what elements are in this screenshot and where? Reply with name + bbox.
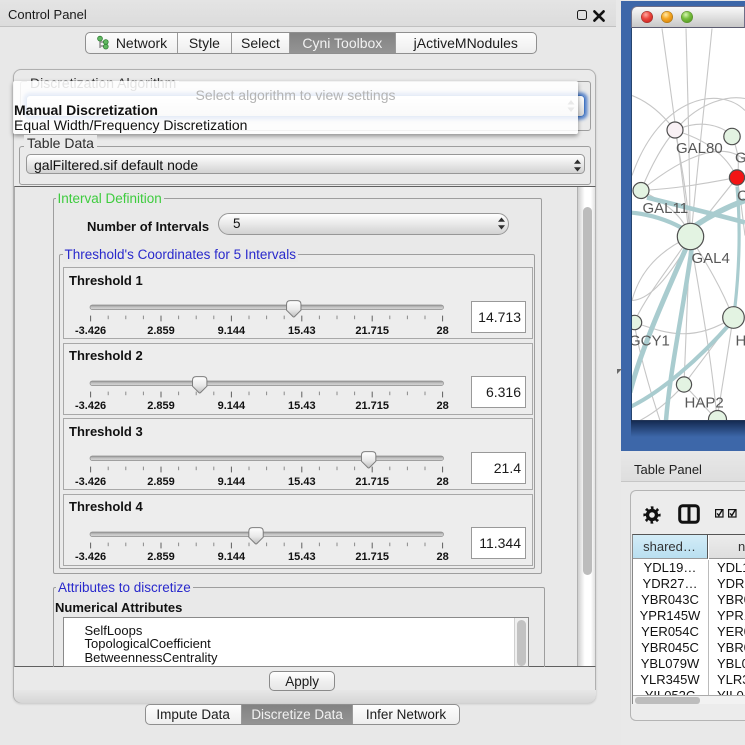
svg-text:GAL4: GAL4: [692, 250, 730, 267]
svg-text:GCY1: GCY1: [632, 332, 670, 349]
svg-text:C: C: [737, 187, 745, 204]
svg-text:GA: GA: [735, 149, 745, 166]
svg-text:HA: HA: [736, 332, 745, 349]
svg-text:HAP2: HAP2: [685, 394, 724, 411]
svg-text:GAL80: GAL80: [676, 140, 723, 157]
svg-text:GAL11: GAL11: [643, 200, 689, 217]
